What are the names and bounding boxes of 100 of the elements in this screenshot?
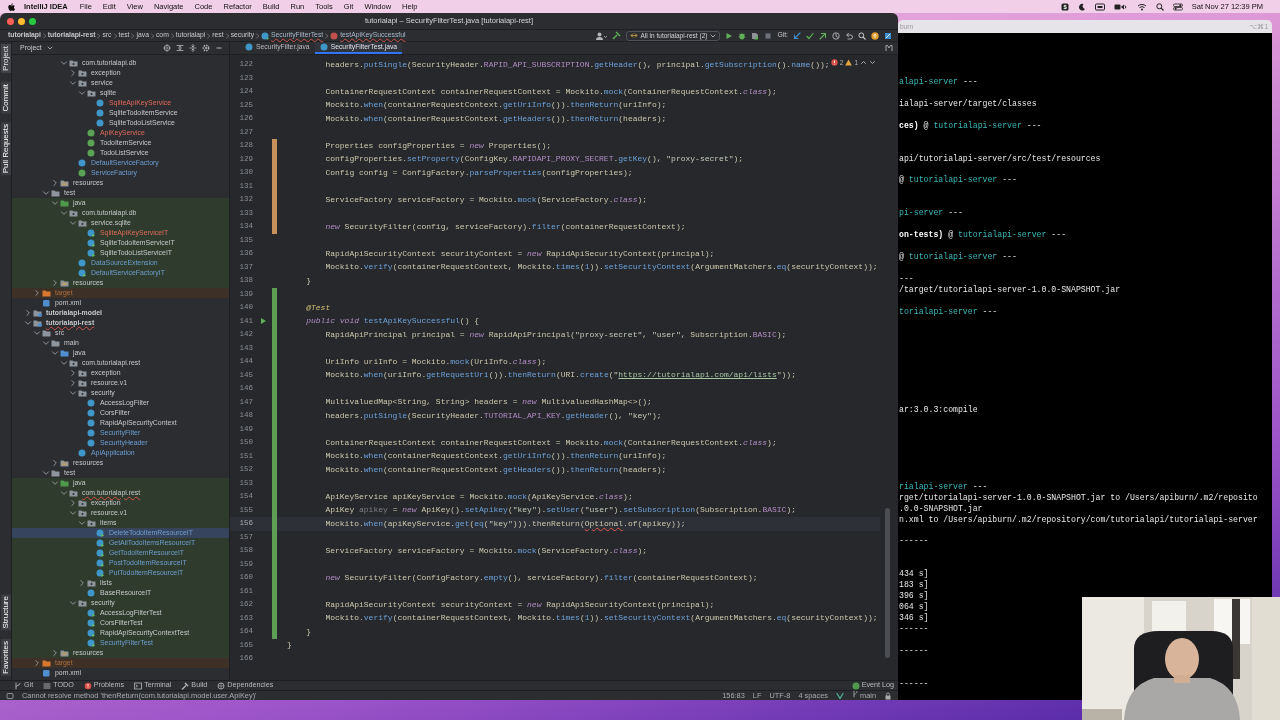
change-marker[interactable]: [272, 625, 277, 639]
chevron-icon[interactable]: [51, 479, 59, 487]
lock-icon[interactable]: [884, 691, 892, 700]
display-icon[interactable]: [1094, 2, 1105, 11]
folder-icon: [78, 389, 87, 397]
chevron-icon[interactable]: [69, 599, 77, 607]
test-class-icon: [96, 539, 105, 547]
bug-icon[interactable]: [738, 31, 747, 40]
chevron-icon[interactable]: [78, 89, 86, 97]
code-line: }: [287, 639, 292, 652]
chevron-icon[interactable]: [60, 489, 68, 497]
clock-icon[interactable]: [832, 31, 840, 40]
terminal-line: torialapi-server ---: [899, 306, 999, 318]
chevron-icon[interactable]: [51, 649, 59, 657]
chevron-icon[interactable]: [69, 389, 77, 397]
coverage-icon[interactable]: [751, 31, 760, 40]
wifi-icon[interactable]: [1136, 2, 1147, 11]
minimize-button[interactable]: [18, 17, 25, 25]
checkmark-icon[interactable]: [835, 691, 844, 700]
chevron-icon[interactable]: [78, 579, 86, 587]
chevron-icon[interactable]: [60, 59, 68, 67]
close-button[interactable]: [7, 17, 14, 25]
undo-icon[interactable]: [845, 31, 853, 40]
update-icon[interactable]: [871, 31, 879, 40]
chevron-icon[interactable]: [51, 179, 59, 187]
change-marker[interactable]: [272, 220, 277, 234]
moon-icon[interactable]: [1077, 2, 1086, 11]
chevron-up-icon[interactable]: [860, 59, 867, 67]
chevron-icon[interactable]: [69, 509, 77, 517]
chevron-icon[interactable]: [60, 209, 68, 217]
arrow-icon[interactable]: [793, 31, 801, 40]
terminal-icon: [134, 681, 143, 690]
code-line: public void testApiKeySuccessful() {: [305, 315, 480, 328]
chevron-down-icon[interactable]: [869, 59, 876, 67]
panel-icon[interactable]: [6, 691, 14, 700]
folder-icon: [78, 69, 87, 77]
minimize-icon[interactable]: [215, 44, 223, 52]
test-class-icon: [96, 559, 105, 567]
chevron-icon[interactable]: [42, 189, 50, 197]
chevron-icon[interactable]: [33, 659, 41, 667]
tool-window-tab[interactable]: Structure: [0, 593, 11, 631]
expand-icon[interactable]: [176, 44, 184, 52]
user-icon[interactable]: [595, 31, 607, 40]
change-marker[interactable]: [272, 287, 277, 301]
search-icon[interactable]: [1155, 2, 1164, 11]
control-center-icon[interactable]: [1172, 2, 1183, 11]
chevron-icon[interactable]: [69, 69, 77, 77]
chevron-icon[interactable]: [51, 459, 59, 467]
hammer-icon[interactable]: [611, 31, 621, 40]
chevron-icon[interactable]: [42, 339, 50, 347]
zoom-button[interactable]: [29, 17, 36, 25]
run-icon[interactable]: [725, 31, 734, 40]
chevron-icon[interactable]: [51, 279, 59, 287]
diamond-icon: [629, 32, 638, 39]
chevron-icon[interactable]: [69, 379, 77, 387]
chevron-icon[interactable]: [69, 219, 77, 227]
chevron-icon[interactable]: [42, 469, 50, 477]
chevron-icon[interactable]: [60, 359, 68, 367]
chevron-icon[interactable]: [69, 499, 77, 507]
chevron-icon[interactable]: [33, 329, 41, 337]
warning-icon[interactable]: [845, 59, 853, 67]
stop-icon[interactable]: [764, 31, 773, 40]
scrollbar-thumb[interactable]: [885, 508, 890, 658]
tool-window-tab[interactable]: Favorites: [0, 639, 11, 676]
code-line: Properties configProperties = new Properties();: [324, 139, 552, 152]
check-icon[interactable]: [806, 31, 814, 40]
caret-icon[interactable]: [46, 45, 53, 51]
terminal-line: api/tutorialapi-server/src/test/resources: [899, 153, 1102, 165]
folder-icon: [69, 59, 78, 67]
settings-icon[interactable]: [202, 44, 210, 52]
folder-icon: [69, 209, 78, 217]
chevron-icon[interactable]: [24, 319, 32, 327]
locate-icon[interactable]: [163, 44, 171, 52]
chevron-icon[interactable]: [51, 199, 59, 207]
camera-icon[interactable]: [1113, 2, 1128, 11]
code-line: headers.putSingle(SecurityHeader.TUTORIAL_API_KEY.getHeader(), "key");: [324, 409, 662, 422]
chevron-icon[interactable]: [51, 349, 59, 357]
run-icon[interactable]: [258, 317, 267, 326]
app-status-icon[interactable]: [1060, 2, 1069, 11]
apple-icon[interactable]: [8, 2, 15, 11]
tool-window-tab[interactable]: Project: [0, 44, 11, 73]
terminal-line: ---: [899, 273, 915, 285]
chevron-icon: [148, 31, 156, 40]
chevron-icon[interactable]: [33, 289, 41, 297]
tool-window-tab[interactable]: Commit: [0, 81, 11, 114]
collapse-icon[interactable]: [189, 44, 197, 52]
chevron-icon[interactable]: [24, 309, 32, 317]
search-icon[interactable]: [858, 31, 866, 40]
chevron-icon[interactable]: [78, 519, 86, 527]
error-icon[interactable]: [830, 59, 838, 67]
chevron-icon[interactable]: [69, 79, 77, 87]
tool-window-tab[interactable]: Pull Requests: [0, 122, 11, 176]
folder-icon: [78, 379, 87, 387]
chevron-icon[interactable]: [69, 369, 77, 377]
folder-icon: [78, 509, 87, 517]
change-marker[interactable]: [272, 139, 277, 153]
mode-icon[interactable]: [885, 44, 893, 52]
arrow-icon[interactable]: [819, 31, 827, 40]
caret-icon: [710, 32, 717, 39]
code-line: RapidApiPrincipal principal = new RapidApiPrincipal("proxy-secret", "user", Subscription.BASIC);: [324, 328, 787, 341]
